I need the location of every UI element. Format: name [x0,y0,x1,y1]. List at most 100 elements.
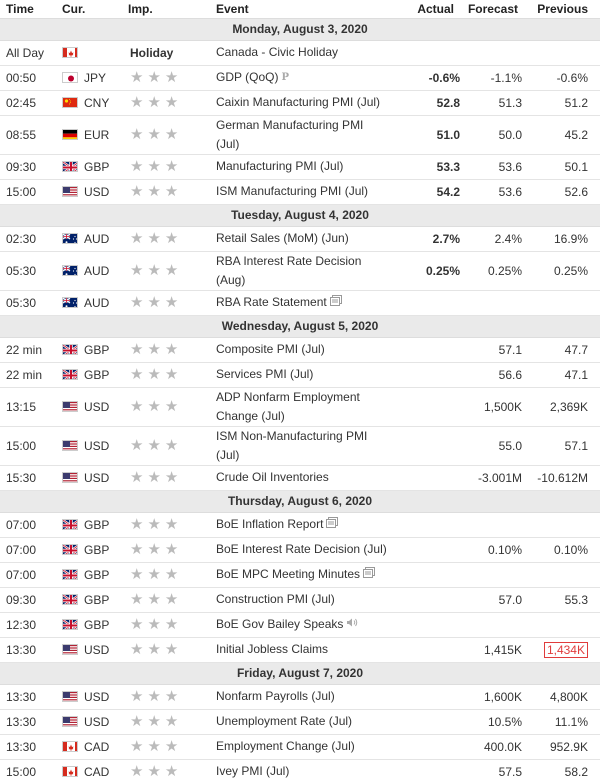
event-row[interactable]: 15:00 USD ★★★ ISM Non-Manufacturing PMI … [0,426,600,466]
event-name[interactable]: Retail Sales (MoM) (Jun) [216,231,349,245]
event-name[interactable]: Canada - Civic Holiday [216,45,338,59]
previous-cell: -0.6% [530,65,600,91]
event-name[interactable]: Employment Change (Jul) [216,739,355,753]
speaker-icon[interactable] [346,615,358,634]
event-name[interactable]: ISM Non-Manufacturing PMI (Jul) [216,429,367,462]
event-name-cell[interactable]: Services PMI (Jul) [216,362,396,388]
event-row[interactable]: 13:30 USD ★★★ Unemployment Rate (Jul) 10… [0,709,600,735]
event-name-cell[interactable]: GDP (QoQ) P [216,65,396,91]
report-icon[interactable] [326,515,339,534]
report-icon[interactable] [329,293,342,312]
event-row[interactable]: 09:30 GBP ★★★ Construction PMI (Jul) 57.… [0,587,600,613]
forecast-value: 57.5 [466,759,530,780]
event-name-cell[interactable]: ADP Nonfarm Employment Change (Jul) [216,387,396,427]
event-row[interactable]: 02:45 CNY ★★★ Caixin Manufacturing PMI (… [0,90,600,116]
event-name-cell[interactable]: RBA Rate Statement [216,290,396,316]
actual-value: 52.8 [396,90,466,116]
event-name-cell[interactable]: Construction PMI (Jul) [216,587,396,613]
event-name-cell[interactable]: Canada - Civic Holiday [216,40,396,66]
event-name[interactable]: BoE Gov Bailey Speaks [216,617,343,631]
event-row[interactable]: 02:30 AUD ★★★ Retail Sales (MoM) (Jun) 2… [0,226,600,252]
header-previous[interactable]: Previous [530,0,600,19]
event-name[interactable]: Crude Oil Inventories [216,470,329,484]
header-currency[interactable]: Cur. [62,0,128,19]
event-name-cell[interactable]: Retail Sales (MoM) (Jun) [216,226,396,252]
event-row[interactable]: All Day Holiday Canada - Civic Holiday [0,40,600,66]
event-name[interactable]: Initial Jobless Claims [216,642,328,656]
event-row[interactable]: 07:00 GBP ★★★ BoE MPC Meeting Minutes [0,562,600,588]
event-name-cell[interactable]: BoE MPC Meeting Minutes [216,562,396,588]
event-name-cell[interactable]: RBA Interest Rate Decision (Aug) [216,251,396,291]
event-row[interactable]: 22 min GBP ★★★ Composite PMI (Jul) 57.1 … [0,337,600,363]
us-flag-icon [62,401,78,413]
forecast-value: 0.25% [466,251,530,291]
event-name[interactable]: ISM Manufacturing PMI (Jul) [216,184,368,198]
event-row[interactable]: 13:30 USD ★★★ Nonfarm Payrolls (Jul) 1,6… [0,684,600,710]
event-name[interactable]: RBA Interest Rate Decision (Aug) [216,254,361,287]
event-row[interactable]: 07:00 GBP ★★★ BoE Interest Rate Decision… [0,537,600,563]
event-name-cell[interactable]: Manufacturing PMI (Jul) [216,154,396,180]
event-row[interactable]: 05:30 AUD ★★★ RBA Rate Statement [0,290,600,316]
event-name[interactable]: ADP Nonfarm Employment Change (Jul) [216,390,360,423]
forecast-value: 400.0K [466,734,530,760]
event-name[interactable]: Unemployment Rate (Jul) [216,714,352,728]
event-name-cell[interactable]: Composite PMI (Jul) [216,337,396,363]
previous-cell: 16.9% [530,226,600,252]
event-row[interactable]: 00:50 JPY ★★★ GDP (QoQ) P -0.6% -1.1% -0.… [0,65,600,91]
event-name-cell[interactable]: Employment Change (Jul) [216,734,396,760]
event-name-cell[interactable]: German Manufacturing PMI (Jul) [216,115,396,155]
forecast-value: 50.0 [466,115,530,155]
event-row[interactable]: 08:55 EUR ★★★ German Manufacturing PMI (… [0,115,600,155]
event-row[interactable]: 15:00 USD ★★★ ISM Manufacturing PMI (Jul… [0,179,600,205]
event-name-cell[interactable]: BoE Gov Bailey Speaks [216,612,396,638]
header-actual[interactable]: Actual [396,0,466,19]
importance-cell: ★★★ [128,337,216,363]
event-row[interactable]: 05:30 AUD ★★★ RBA Interest Rate Decision… [0,251,600,291]
event-name-cell[interactable]: ISM Non-Manufacturing PMI (Jul) [216,426,396,466]
currency-code: USD [84,438,110,453]
header-event[interactable]: Event [216,0,396,19]
event-name-cell[interactable]: Initial Jobless Claims [216,637,396,663]
report-icon[interactable] [363,565,376,584]
event-name-cell[interactable]: Caixin Manufacturing PMI (Jul) [216,90,396,116]
event-time: 15:00 [0,179,62,205]
event-name[interactable]: Ivey PMI (Jul) [216,764,289,778]
importance-cell: ★★★ [128,759,216,780]
event-row[interactable]: 13:30 USD ★★★ Initial Jobless Claims 1,4… [0,637,600,663]
event-name[interactable]: Nonfarm Payrolls (Jul) [216,689,335,703]
event-name[interactable]: BoE Inflation Report [216,517,323,531]
event-name[interactable]: Services PMI (Jul) [216,367,313,381]
event-name[interactable]: Manufacturing PMI (Jul) [216,159,343,173]
event-name[interactable]: Caixin Manufacturing PMI (Jul) [216,95,380,109]
event-name[interactable]: German Manufacturing PMI (Jul) [216,118,363,151]
event-row[interactable]: 12:30 GBP ★★★ BoE Gov Bailey Speaks [0,612,600,638]
event-name-cell[interactable]: Unemployment Rate (Jul) [216,709,396,735]
event-name[interactable]: RBA Rate Statement [216,295,327,309]
revised-previous-value[interactable]: 1,434K [543,641,588,658]
event-name-cell[interactable]: BoE Interest Rate Decision (Jul) [216,537,396,563]
currency-code: GBP [84,542,110,557]
event-name[interactable]: GDP (QoQ) [216,70,278,84]
event-row[interactable]: 13:30 CAD ★★★ Employment Change (Jul) 40… [0,734,600,760]
event-name-cell[interactable]: Crude Oil Inventories [216,465,396,491]
header-importance[interactable]: Imp. [128,0,216,19]
event-name-cell[interactable]: Nonfarm Payrolls (Jul) [216,684,396,710]
event-row[interactable]: 15:30 USD ★★★ Crude Oil Inventories -3.0… [0,465,600,491]
preliminary-icon[interactable]: P [281,68,289,87]
event-name[interactable]: BoE Interest Rate Decision (Jul) [216,542,387,556]
event-name-cell[interactable]: Ivey PMI (Jul) [216,759,396,780]
event-time: 12:30 [0,612,62,638]
event-name[interactable]: BoE MPC Meeting Minutes [216,567,360,581]
event-row[interactable]: 13:15 USD ★★★ ADP Nonfarm Employment Cha… [0,387,600,427]
event-name[interactable]: Construction PMI (Jul) [216,592,335,606]
header-forecast[interactable]: Forecast [466,0,530,19]
event-row[interactable]: 09:30 GBP ★★★ Manufacturing PMI (Jul) 53… [0,154,600,180]
event-name-cell[interactable]: ISM Manufacturing PMI (Jul) [216,179,396,205]
event-row[interactable]: 07:00 GBP ★★★ BoE Inflation Report [0,512,600,538]
header-time[interactable]: Time [0,0,62,19]
event-name-cell[interactable]: BoE Inflation Report [216,512,396,538]
event-name[interactable]: Composite PMI (Jul) [216,342,325,356]
event-row[interactable]: 15:00 CAD ★★★ Ivey PMI (Jul) 57.5 58.2 [0,759,600,780]
event-row[interactable]: 22 min GBP ★★★ Services PMI (Jul) 56.6 4… [0,362,600,388]
actual-value [396,587,466,613]
